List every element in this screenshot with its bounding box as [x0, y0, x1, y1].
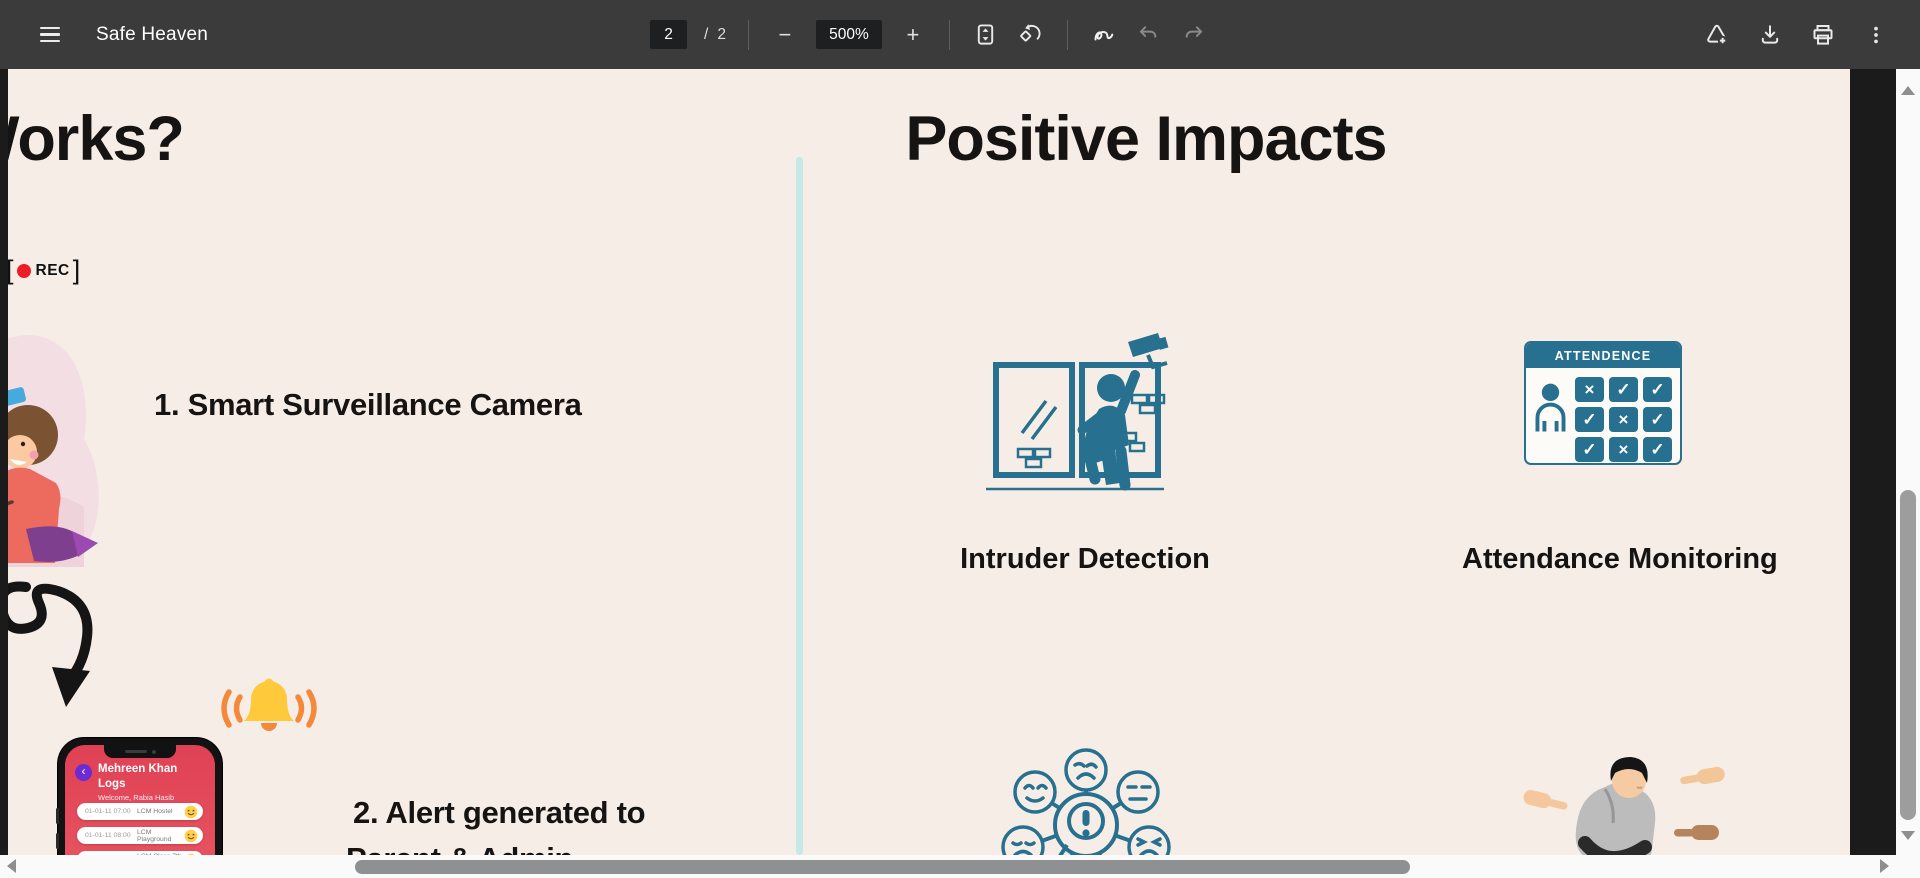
rec-dot-icon	[17, 264, 31, 278]
horizontal-scrollbar[interactable]	[0, 855, 1896, 878]
step2-text-line2: Parent & Admin	[346, 841, 573, 855]
undo-button[interactable]	[1135, 21, 1163, 49]
phone-app-header: ‹ Mehreen Khan Logs Welcome, Rabia Hasib	[75, 762, 207, 802]
woman-with-camera-illustration	[8, 331, 116, 571]
add-to-drive-icon	[1705, 23, 1729, 47]
log-location: LCM Playground	[137, 829, 184, 843]
step1-text: 1. Smart Surveillance Camera	[154, 387, 582, 423]
scroll-up-arrow[interactable]	[1901, 86, 1915, 95]
attendance-cell: ✓	[1575, 437, 1604, 462]
phone-screen: ‹ Mehreen Khan Logs Welcome, Rabia Hasib…	[65, 745, 215, 855]
rec-label: REC	[36, 262, 70, 280]
smiley-emoji-icon	[184, 829, 198, 843]
attendance-monitoring-label: Attendance Monitoring	[1462, 543, 1777, 576]
rec-bracket-left: [	[8, 257, 14, 284]
scroll-down-arrow[interactable]	[1901, 831, 1915, 840]
pdf-page: Works? [ REC ]	[8, 69, 1850, 855]
attendance-cell: ✓	[1609, 377, 1638, 402]
print-icon	[1811, 23, 1835, 47]
log-entry: 01-01-11 08:00 LCM Playground	[77, 827, 203, 844]
document-viewport[interactable]: Works? [ REC ]	[0, 69, 1920, 855]
pdf-viewer-window: Safe Heaven /2 − 500% +	[0, 0, 1920, 878]
phone-notch	[104, 745, 176, 758]
toolbar-actions	[1703, 0, 1890, 69]
person-icon	[1534, 377, 1567, 439]
redo-icon	[1182, 23, 1205, 46]
log-time: 01-01-11 07:00	[85, 808, 137, 815]
toolbar-divider	[1067, 20, 1068, 50]
scroll-right-arrow[interactable]	[1880, 859, 1889, 873]
redo-button[interactable]	[1180, 21, 1208, 49]
menu-button[interactable]	[36, 21, 64, 49]
step2-text-line1: 2. Alert generated to	[353, 795, 645, 831]
page-count: /2	[704, 26, 726, 44]
attendance-cell: ×	[1609, 407, 1638, 432]
attendance-card-title: ATTENDENCE	[1526, 343, 1680, 368]
intruder-detection-label: Intruder Detection	[930, 543, 1240, 576]
toolbar-divider	[748, 20, 749, 50]
zoom-in-button[interactable]: +	[899, 21, 927, 49]
slide-divider-line	[796, 157, 803, 855]
horizontal-scrollbar-thumb[interactable]	[355, 860, 1410, 874]
attendance-cell: ✓	[1575, 407, 1604, 432]
zoom-level-display[interactable]: 500%	[816, 20, 882, 49]
attendance-cell: ✓	[1643, 377, 1672, 402]
rotate-icon	[1019, 23, 1042, 46]
undo-icon	[1137, 23, 1160, 46]
log-location: LCM Hostel	[137, 808, 184, 815]
attendance-cell: ✓	[1643, 437, 1672, 462]
rec-bracket-right: ]	[73, 257, 81, 284]
print-button[interactable]	[1809, 21, 1837, 49]
page-total-value: 2	[717, 26, 726, 44]
right-slide-heading: Positive Impacts	[876, 105, 1416, 174]
phone-mockup: ‹ Mehreen Khan Logs Welcome, Rabia Hasib…	[58, 738, 222, 855]
add-to-drive-button[interactable]	[1703, 21, 1731, 49]
bullying-victim-illustration	[1513, 737, 1738, 855]
left-slide-heading: Works?	[8, 105, 184, 174]
rotate-button[interactable]	[1017, 21, 1045, 49]
more-options-button[interactable]	[1862, 21, 1890, 49]
ink-pen-icon	[1092, 23, 1116, 47]
fit-to-page-icon	[974, 23, 997, 46]
attendance-cell: ✓	[1643, 407, 1672, 432]
emotion-network-icon	[1001, 747, 1171, 855]
toolbar-divider	[949, 20, 950, 50]
phone-side-button	[56, 808, 59, 824]
log-entry: 01-01-11 07:00 LCM Hostel	[77, 803, 203, 820]
phone-app-title: Mehreen Khan Logs	[98, 762, 207, 792]
attendance-cell: ×	[1609, 437, 1638, 462]
log-time: 01-01-11 08:00	[85, 832, 137, 839]
scroll-left-arrow[interactable]	[7, 859, 16, 873]
toolbar-page-controls: /2 − 500% +	[650, 0, 1208, 69]
vertical-scrollbar-thumb[interactable]	[1900, 490, 1916, 820]
annotate-button[interactable]	[1090, 21, 1118, 49]
document-title: Safe Heaven	[96, 24, 208, 46]
toolbar-left: Safe Heaven	[0, 0, 208, 69]
intruder-detection-icon	[982, 325, 1177, 495]
download-button[interactable]	[1756, 21, 1784, 49]
vertical-scrollbar[interactable]	[1896, 69, 1920, 855]
phone-side-button	[56, 833, 59, 849]
zoom-out-button[interactable]: −	[771, 21, 799, 49]
curvy-arrow-icon	[8, 581, 146, 741]
attendance-monitoring-icon: ATTENDENCE × ✓ ✓ ✓ × ✓ ✓	[1524, 341, 1682, 465]
fit-to-page-button[interactable]	[972, 21, 1000, 49]
scrollbar-corner	[1896, 855, 1920, 878]
alert-bell-icon	[220, 673, 318, 743]
more-options-icon	[1865, 24, 1887, 46]
rec-indicator: [ REC ]	[8, 257, 80, 284]
download-icon	[1758, 23, 1782, 47]
back-arrow-icon: ‹	[75, 764, 92, 781]
smiley-emoji-icon	[184, 805, 198, 819]
phone-app-subtitle: Welcome, Rabia Hasib	[98, 793, 207, 802]
attendance-grid: × ✓ ✓ ✓ × ✓ ✓ × ✓	[1575, 377, 1672, 462]
hamburger-icon	[40, 27, 60, 42]
toolbar: Safe Heaven /2 − 500% +	[0, 0, 1920, 69]
page-separator: /	[704, 26, 708, 44]
attendance-cell: ×	[1575, 377, 1604, 402]
page-number-input[interactable]	[650, 20, 687, 49]
